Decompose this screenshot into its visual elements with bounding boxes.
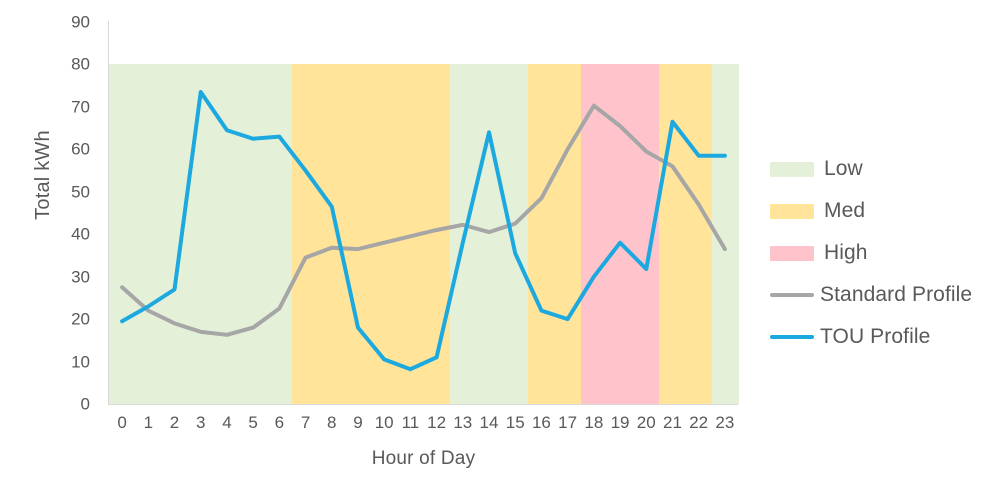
legend-line-icon bbox=[770, 293, 814, 297]
x-axis-tick: 5 bbox=[248, 413, 258, 432]
chart-legend: Low Med High Standard Profile TOU Profile bbox=[770, 148, 995, 358]
series-line-standard-profile bbox=[120, 103, 727, 337]
y-axis-tick: 70 bbox=[71, 97, 90, 117]
x-axis-tick: 2 bbox=[169, 413, 180, 432]
legend-item-standard-profile[interactable]: Standard Profile bbox=[770, 274, 995, 316]
x-axis-tick: 1 bbox=[143, 413, 154, 432]
x-axis-tick: 15 bbox=[505, 413, 525, 432]
x-axis-tick: 12 bbox=[427, 413, 447, 432]
y-axis-tick-labels: 0 10 20 30 40 50 60 70 80 90 bbox=[44, 8, 90, 418]
legend-label: High bbox=[824, 241, 868, 264]
y-axis-tick: 80 bbox=[71, 54, 90, 74]
x-axis-tick: 9 bbox=[353, 413, 363, 432]
plot-area bbox=[109, 22, 739, 404]
x-axis-tick: 7 bbox=[300, 413, 311, 432]
legend-item-high[interactable]: High bbox=[770, 232, 995, 274]
x-axis-title: Hour of Day bbox=[371, 448, 476, 469]
legend-label: Standard Profile bbox=[820, 283, 973, 306]
legend-label: Med bbox=[824, 199, 866, 222]
legend-label: Low bbox=[824, 157, 863, 180]
legend-line-icon bbox=[770, 335, 814, 339]
x-axis-tick: 3 bbox=[195, 413, 206, 432]
x-axis-tick: 6 bbox=[274, 413, 285, 432]
y-axis-tick: 90 bbox=[71, 12, 90, 32]
series-layer bbox=[120, 90, 727, 372]
legend-swatch-icon bbox=[770, 245, 814, 261]
x-axis-tick: 4 bbox=[222, 413, 232, 432]
legend-item-med[interactable]: Med bbox=[770, 190, 995, 232]
y-axis-tick: 20 bbox=[71, 309, 90, 329]
legend-item-low[interactable]: Low bbox=[770, 148, 995, 190]
y-axis-tick: 50 bbox=[71, 182, 90, 202]
x-axis-tick-labels: 0 1 2 3 4 5 6 7 8 9 10 11 12 13 14 15 16 17 18 19 20 21 22 23 bbox=[109, 412, 738, 438]
y-axis-tick: 60 bbox=[71, 139, 90, 159]
x-axis-tick: 14 bbox=[479, 413, 499, 432]
x-axis-tick: 23 bbox=[715, 413, 735, 432]
series-line-tou-profile bbox=[120, 90, 727, 372]
x-axis-tick: 20 bbox=[636, 413, 656, 432]
x-axis-tick: 10 bbox=[374, 413, 394, 432]
x-axis-tick: 16 bbox=[531, 413, 551, 432]
y-axis-tick: 40 bbox=[71, 224, 90, 244]
y-axis-tick: 0 bbox=[80, 394, 90, 414]
x-axis-line bbox=[108, 404, 738, 405]
y-axis-tick: 30 bbox=[71, 267, 90, 287]
legend-swatch-icon bbox=[770, 203, 814, 219]
x-axis-tick: 11 bbox=[401, 413, 420, 432]
x-axis-tick: 22 bbox=[689, 413, 709, 432]
legend-label: TOU Profile bbox=[820, 325, 931, 348]
y-axis-tick: 10 bbox=[71, 352, 90, 372]
legend-item-tou-profile[interactable]: TOU Profile bbox=[770, 316, 995, 358]
x-axis-tick: 21 bbox=[663, 413, 682, 432]
legend-swatch-icon bbox=[770, 161, 814, 177]
x-axis-tick: 8 bbox=[327, 413, 337, 432]
x-axis-tick: 0 bbox=[117, 413, 127, 432]
chart-container: Total kWh 0 10 20 30 40 50 60 70 80 90 0123456789… bbox=[0, 0, 1000, 500]
x-axis-tick: 13 bbox=[453, 413, 473, 432]
x-axis-tick: 17 bbox=[558, 413, 578, 432]
x-axis-tick: 18 bbox=[584, 413, 604, 432]
x-axis-tick: 19 bbox=[610, 413, 630, 432]
